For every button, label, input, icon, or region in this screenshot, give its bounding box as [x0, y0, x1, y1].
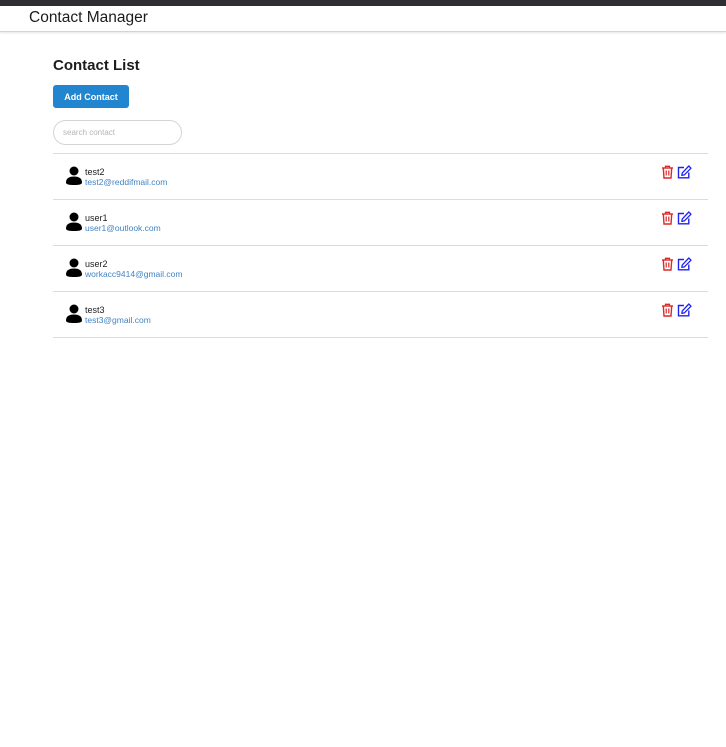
user-icon — [66, 304, 82, 323]
search-input[interactable] — [53, 120, 182, 145]
contact-row: user1 user1@outlook.com — [53, 200, 708, 246]
contact-row: user2 workacc9414@gmail.com — [53, 246, 708, 292]
contact-list: test2 test2@reddifmail.com user1 user1@o… — [53, 153, 708, 338]
trash-icon[interactable] — [661, 303, 674, 317]
user-icon — [66, 212, 82, 231]
edit-icon[interactable] — [677, 211, 692, 225]
trash-icon[interactable] — [661, 165, 674, 179]
app-title: Contact Manager — [29, 9, 148, 26]
contact-row: test3 test3@gmail.com — [53, 292, 708, 338]
contact-email[interactable]: workacc9414@gmail.com — [85, 269, 182, 279]
contact-email[interactable]: user1@outlook.com — [85, 223, 161, 233]
contact-row: test2 test2@reddifmail.com — [53, 154, 708, 200]
user-icon — [66, 166, 82, 185]
app-header: Contact Manager — [0, 6, 726, 32]
page-title: Contact List — [53, 57, 140, 74]
contact-name: user1 — [85, 213, 108, 223]
contact-email[interactable]: test2@reddifmail.com — [85, 177, 167, 187]
user-icon — [66, 258, 82, 277]
edit-icon[interactable] — [677, 303, 692, 317]
contact-name: test2 — [85, 167, 105, 177]
main-content: Contact List Add Contact test2 test2@red… — [53, 56, 708, 338]
edit-icon[interactable] — [677, 257, 692, 271]
trash-icon[interactable] — [661, 211, 674, 225]
contact-name: user2 — [85, 259, 108, 269]
contact-email[interactable]: test3@gmail.com — [85, 315, 151, 325]
edit-icon[interactable] — [677, 165, 692, 179]
trash-icon[interactable] — [661, 257, 674, 271]
add-contact-button[interactable]: Add Contact — [53, 85, 129, 108]
contact-name: test3 — [85, 305, 105, 315]
